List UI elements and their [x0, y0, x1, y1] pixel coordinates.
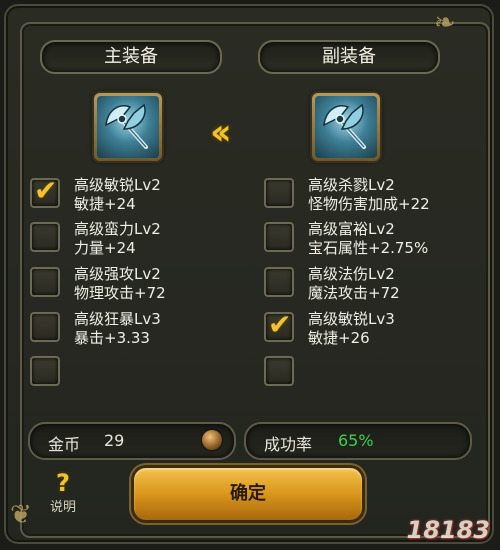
option-checkbox[interactable] — [30, 312, 60, 342]
option-checkbox[interactable] — [264, 178, 294, 208]
gold-bar: 金币 29 — [28, 422, 236, 460]
main-equipment-slot[interactable] — [94, 93, 162, 161]
option-text: 高级杀戮Lv2 怪物伤害加成+22 — [308, 176, 430, 214]
option-row: 高级法伤Lv2 魔法攻击+72 — [264, 265, 474, 305]
option-name: 高级富裕Lv2 — [308, 220, 395, 238]
option-name: 高级敏锐Lv2 — [74, 176, 161, 194]
option-checkbox[interactable] — [30, 356, 60, 386]
option-checkbox[interactable]: ✔ — [264, 308, 294, 342]
option-checkbox[interactable] — [30, 222, 60, 252]
option-text: 高级强攻Lv2 物理攻击+72 — [74, 265, 166, 303]
option-checkbox[interactable] — [264, 222, 294, 252]
option-name: 高级法伤Lv2 — [308, 265, 395, 283]
option-row: ✔ 高级敏锐Lv3 敏捷+26 — [264, 308, 474, 350]
corner-ornament-icon: ❦ — [10, 500, 32, 530]
option-name: 高级蛮力Lv2 — [74, 220, 161, 238]
checkmark-icon: ✔ — [268, 308, 292, 341]
option-row: 高级富裕Lv2 宝石属性+2.75% — [264, 220, 474, 260]
option-row: 高级狂暴Lv3 暴击+3.33 — [30, 310, 240, 350]
coin-icon — [202, 430, 222, 450]
corner-ornament-icon: ❧ — [434, 8, 456, 38]
sub-equipment-header: 副装备 — [258, 40, 440, 74]
sub-equipment-slot[interactable] — [312, 93, 380, 161]
help-button[interactable]: ? 说明 — [38, 470, 88, 515]
axe-icon — [315, 96, 377, 158]
option-checkbox[interactable] — [30, 267, 60, 297]
option-checkbox[interactable] — [264, 356, 294, 386]
checkmark-icon: ✔ — [34, 174, 58, 207]
option-stat: 敏捷+26 — [308, 329, 370, 347]
option-row: 高级强攻Lv2 物理攻击+72 — [30, 265, 240, 305]
option-stat: 敏捷+24 — [74, 195, 136, 213]
option-row — [30, 354, 240, 394]
option-checkbox[interactable] — [264, 267, 294, 297]
option-stat: 物理攻击+72 — [74, 284, 166, 302]
option-text: 高级敏锐Lv3 敏捷+26 — [308, 310, 395, 348]
option-checkbox[interactable]: ✔ — [30, 174, 60, 208]
option-text: 高级富裕Lv2 宝石属性+2.75% — [308, 220, 428, 258]
option-row — [264, 354, 474, 394]
option-name: 高级杀戮Lv2 — [308, 176, 395, 194]
option-row: 高级杀戮Lv2 怪物伤害加成+22 — [264, 176, 474, 216]
option-text: 高级狂暴Lv3 暴击+3.33 — [74, 310, 161, 348]
question-mark-icon: ? — [56, 469, 70, 497]
success-rate-label: 成功率 — [264, 435, 313, 454]
option-text: 高级敏锐Lv2 敏捷+24 — [74, 176, 161, 214]
option-row: 高级蛮力Lv2 力量+24 — [30, 220, 240, 260]
confirm-button[interactable]: 确定 — [134, 468, 362, 520]
main-equipment-header: 主装备 — [40, 40, 222, 74]
double-chevron-left-icon: ‹‹ — [210, 112, 231, 153]
option-name: 高级狂暴Lv3 — [74, 310, 161, 328]
success-rate-value: 65% — [338, 431, 374, 450]
site-watermark: 18183 — [406, 516, 491, 544]
gold-label: 金币 — [48, 435, 81, 454]
axe-icon — [97, 96, 159, 158]
success-rate-bar: 成功率 65% — [244, 422, 472, 460]
option-stat: 暴击+3.33 — [74, 329, 150, 347]
gold-value: 29 — [104, 431, 125, 450]
option-row: ✔ 高级敏锐Lv2 敏捷+24 — [30, 174, 240, 216]
option-name: 高级敏锐Lv3 — [308, 310, 395, 328]
option-stat: 魔法攻击+72 — [308, 284, 400, 302]
help-label: 说明 — [49, 500, 76, 515]
option-stat: 怪物伤害加成+22 — [308, 195, 430, 213]
option-stat: 宝石属性+2.75% — [308, 239, 429, 257]
option-stat: 力量+24 — [74, 239, 136, 257]
option-text: 高级法伤Lv2 魔法攻击+72 — [308, 265, 400, 303]
option-name: 高级强攻Lv2 — [74, 265, 161, 283]
option-text: 高级蛮力Lv2 力量+24 — [74, 220, 161, 258]
